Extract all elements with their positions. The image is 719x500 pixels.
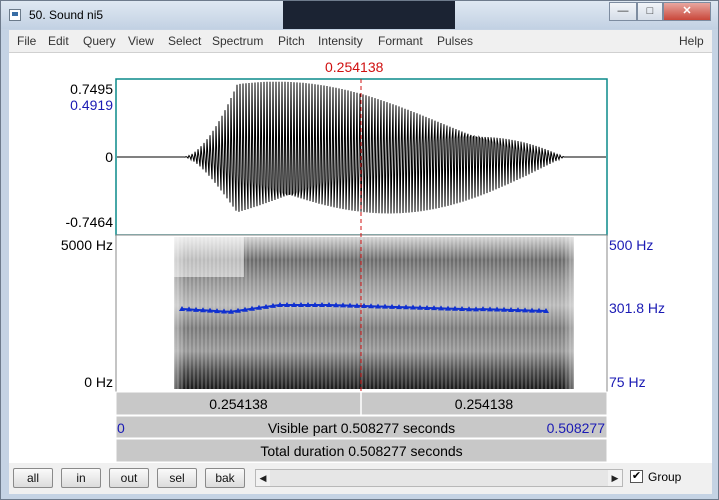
menu-edit[interactable]: Edit: [48, 34, 69, 48]
menu-intensity[interactable]: Intensity: [318, 34, 363, 48]
freq-bottom-label: 0 Hz: [84, 374, 113, 390]
waveform-max-label: 0.7495: [70, 81, 113, 97]
visible-end-label: 0.508277: [546, 420, 605, 436]
pitch-top-label: 500 Hz: [609, 237, 654, 253]
waveform-value-label: 0.4919: [70, 97, 113, 113]
horizontal-scrollbar[interactable]: ◀ ▶: [255, 469, 623, 487]
zoom-selection-button[interactable]: sel: [157, 468, 197, 488]
zoom-in-button[interactable]: in: [61, 468, 101, 488]
praat-sound-window: 50. Sound ni5 — □ ✕ File Edit Query View…: [0, 0, 719, 500]
menu-view[interactable]: View: [128, 34, 154, 48]
background-strip: [283, 1, 455, 29]
menu-spectrum[interactable]: Spectrum: [212, 34, 263, 48]
menu-help[interactable]: Help: [679, 34, 704, 48]
zoom-back-button[interactable]: bak: [205, 468, 245, 488]
scroll-left-icon[interactable]: ◀: [256, 470, 270, 486]
waveform-min-label: -0.7464: [65, 214, 113, 230]
zoom-all-button[interactable]: all: [13, 468, 53, 488]
maximize-button[interactable]: □: [637, 2, 663, 21]
group-label: Group: [648, 470, 682, 484]
waveform-zero-label: 0: [105, 149, 113, 165]
group-checkbox[interactable]: ✔: [630, 470, 643, 483]
menu-pitch[interactable]: Pitch: [278, 34, 305, 48]
pitch-value-label: 301.8 Hz: [609, 300, 666, 316]
close-button[interactable]: ✕: [663, 2, 711, 21]
scroll-right-icon[interactable]: ▶: [608, 470, 622, 486]
minimize-button[interactable]: —: [609, 2, 637, 21]
zoom-out-button[interactable]: out: [109, 468, 149, 488]
menu-file[interactable]: File: [17, 34, 36, 48]
menu-pulses[interactable]: Pulses: [437, 34, 473, 48]
selection-left-label[interactable]: 0.254138: [116, 396, 361, 412]
bottom-toolbar: all in out sel bak ◀ ▶ ✔ Group: [9, 463, 712, 494]
total-duration-label[interactable]: Total duration 0.508277 seconds: [116, 443, 607, 459]
title-bar[interactable]: 50. Sound ni5 — □ ✕: [1, 1, 718, 29]
cursor-time-label: 0.254138: [325, 59, 384, 75]
selection-right-label[interactable]: 0.254138: [361, 396, 607, 412]
spectrogram-light-patch: [174, 237, 244, 277]
menu-select[interactable]: Select: [168, 34, 201, 48]
menu-query[interactable]: Query: [83, 34, 116, 48]
pitch-bottom-label: 75 Hz: [609, 374, 646, 390]
client-area: File Edit Query View Select Spectrum Pit…: [9, 30, 712, 494]
drawing-area[interactable]: 0.254138 0.7495 0.4919 0 -0.7464 5000 Hz…: [9, 53, 712, 487]
menu-formant[interactable]: Formant: [378, 34, 423, 48]
menu-bar: File Edit Query View Select Spectrum Pit…: [9, 30, 712, 53]
window-title: 50. Sound ni5: [29, 8, 104, 22]
freq-top-label: 5000 Hz: [60, 237, 113, 253]
window-icon: [9, 9, 21, 21]
